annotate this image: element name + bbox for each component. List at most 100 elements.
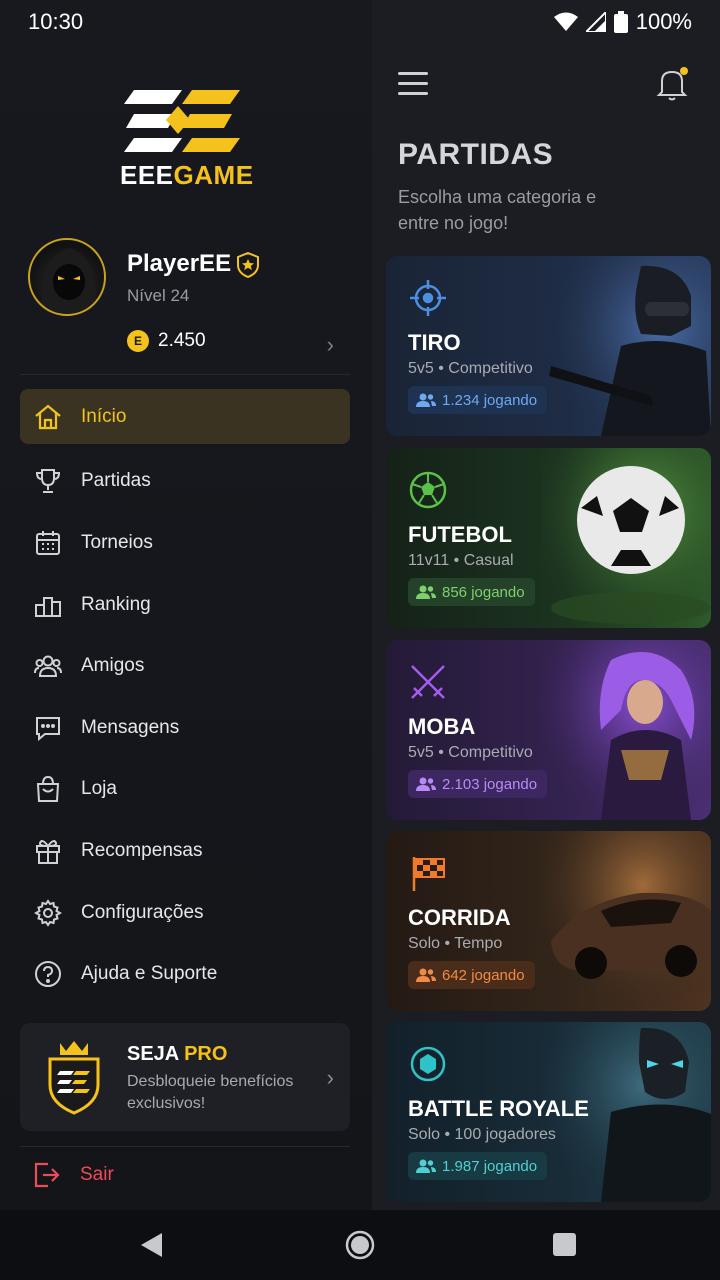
players-badge: 642 jogando (408, 961, 535, 989)
friends-icon (32, 650, 64, 682)
verified-badge-icon (237, 252, 259, 278)
home-circle-icon[interactable] (345, 1230, 375, 1260)
chat-icon (32, 712, 64, 744)
pro-crown-shield-icon (48, 1041, 100, 1115)
crosshair-icon (410, 280, 446, 316)
players-badge: 856 jogando (408, 578, 535, 606)
menu-item-loja[interactable]: Loja (20, 759, 350, 821)
menu-item-amigos[interactable]: Amigos (20, 635, 350, 697)
menu-item-recompensas[interactable]: Recompensas (20, 820, 350, 882)
category-title: FUTEBOL (408, 522, 512, 547)
category-title: BATTLE ROYALE (408, 1096, 589, 1121)
logo-wordmark: EEEGAME (120, 160, 254, 190)
logout-label: Sair (80, 1164, 114, 1185)
checkered-flag-icon (412, 857, 445, 891)
soccer-ball-icon (409, 471, 447, 509)
drawer-menu: Início Partidas Torneios Ranking Amigos (20, 389, 350, 1005)
main-content: PARTIDAS Escolha uma categoria e entre n… (372, 0, 720, 1210)
category-card-battle-royale[interactable]: BATTLE ROYALE Solo • 100 jogadores 1.987… (386, 1022, 711, 1202)
players-icon (416, 1159, 436, 1173)
avatar[interactable] (28, 238, 106, 316)
target-zone-icon (410, 1046, 446, 1082)
menu-item-ranking[interactable]: Ranking (20, 574, 350, 636)
category-card-moba[interactable]: MOBA 5v5 • Competitivo 2.103 jogando (386, 640, 711, 820)
eeegame-logo-icon (124, 90, 240, 152)
menu-item-partidas[interactable]: Partidas (20, 451, 350, 513)
status-time: 10:30 (28, 9, 84, 34)
category-card-corrida[interactable]: CORRIDA Solo • Tempo 642 jogando (386, 831, 711, 1011)
category-subtitle: 11v11 • Casual (408, 552, 514, 569)
notification-bell-icon[interactable] (656, 66, 690, 102)
menu-item-label: Loja (81, 778, 117, 800)
players-icon (416, 585, 436, 599)
players-badge: 1.987 jogando (408, 1152, 548, 1180)
signal-icon (585, 12, 606, 32)
menu-item-configuracoes[interactable]: Configurações (20, 882, 350, 944)
chevron-right-icon[interactable]: › (327, 1065, 334, 1091)
menu-item-label: Ranking (81, 593, 151, 615)
pro-title: SEJA PRO (127, 1043, 228, 1065)
menu-item-label: Partidas (81, 470, 151, 492)
soldier-art (541, 256, 711, 436)
divider (20, 374, 350, 375)
coin-icon: E (127, 330, 149, 352)
mage-hero-art (541, 640, 711, 820)
logout-button[interactable]: Sair (32, 1160, 114, 1190)
coin-balance[interactable]: E 2.450 (127, 330, 206, 352)
wifi-icon (553, 12, 578, 31)
category-title: MOBA (408, 714, 476, 739)
menu-item-mensagens[interactable]: Mensagens (20, 697, 350, 759)
system-navigation-bar (0, 1210, 720, 1280)
gift-icon (32, 835, 64, 867)
shopping-bag-icon (32, 773, 64, 805)
category-subtitle: Solo • 100 jogadores (408, 1126, 556, 1143)
players-icon (416, 777, 436, 791)
menu-item-inicio[interactable]: Início (20, 389, 350, 444)
chevron-right-icon[interactable]: › (327, 332, 334, 358)
menu-item-label: Mensagens (81, 716, 180, 738)
players-icon (416, 968, 436, 982)
menu-item-label: Torneios (81, 531, 153, 553)
profile-section[interactable]: PlayerEE Nível 24 E 2.450 › (28, 238, 346, 358)
podium-icon (32, 589, 64, 621)
back-icon[interactable] (140, 1232, 164, 1258)
players-badge: 1.234 jogando (408, 386, 548, 414)
menu-item-torneios[interactable]: Torneios (20, 512, 350, 574)
menu-item-ajuda[interactable]: Ajuda e Suporte (20, 943, 350, 1005)
category-subtitle: 5v5 • Competitivo (408, 360, 533, 377)
calendar-icon (32, 527, 64, 559)
crossed-swords-icon (411, 665, 445, 699)
pro-upgrade-card[interactable]: SEJA PRO Desbloqueie benefícios exclusiv… (20, 1023, 350, 1131)
battery-icon (613, 11, 628, 33)
page-subtitle: Escolha uma categoria e entre no jogo! (398, 187, 597, 233)
battery-percent: 100% (635, 9, 692, 34)
category-title: TIRO (408, 330, 461, 355)
home-icon (32, 401, 64, 433)
menu-item-label: Recompensas (81, 839, 203, 861)
race-car-art (541, 831, 711, 1011)
menu-item-label: Início (81, 405, 127, 427)
recent-apps-icon[interactable] (553, 1233, 576, 1256)
players-icon (416, 393, 436, 407)
hooded-player-icon (42, 248, 96, 314)
hamburger-menu-icon[interactable] (398, 72, 428, 96)
category-card-tiro[interactable]: TIRO 5v5 • Competitivo 1.234 jogando (386, 256, 711, 436)
menu-item-label: Configurações (81, 901, 204, 923)
menu-item-label: Ajuda e Suporte (81, 963, 218, 985)
category-subtitle: Solo • Tempo (408, 935, 503, 952)
players-badge: 2.103 jogando (408, 770, 548, 798)
category-title: CORRIDA (408, 905, 511, 930)
username: PlayerEE (127, 250, 232, 277)
trophy-icon (32, 465, 64, 497)
navigation-drawer: EEEGAME PlayerEE Nível 24 E 2.450 › Iníc… (0, 0, 372, 1210)
gear-icon (32, 897, 64, 929)
soccer-ball-art (541, 448, 711, 628)
logout-icon (34, 1162, 60, 1188)
page-title: PARTIDAS (398, 138, 554, 171)
menu-item-label: Amigos (81, 655, 145, 677)
category-subtitle: 5v5 • Competitivo (408, 744, 533, 761)
category-card-futebol[interactable]: FUTEBOL 11v11 • Casual 856 jogando (386, 448, 711, 628)
status-bar: 10:30 100% (0, 0, 720, 44)
divider (20, 1146, 350, 1147)
help-icon (32, 958, 64, 990)
